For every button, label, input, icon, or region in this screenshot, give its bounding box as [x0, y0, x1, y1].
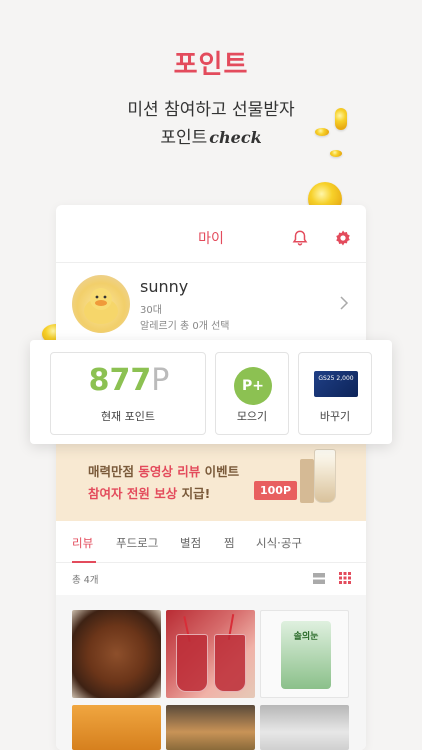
tab-review[interactable]: 리뷰 — [72, 535, 93, 551]
collect-label: 모으기 — [236, 410, 268, 423]
review-photo-jar[interactable] — [72, 705, 161, 750]
duck-avatar-image — [84, 288, 118, 324]
review-photo-soup[interactable] — [72, 610, 161, 698]
profile-row[interactable]: sunny 30대 알레르기 총 0개 선택 — [56, 263, 366, 345]
page-title: 마이 — [198, 231, 224, 247]
coin-icon — [330, 150, 342, 157]
profile-allergy: 알레르기 총 0개 선택 — [140, 321, 230, 332]
coin-icon — [335, 108, 347, 130]
banner-text: 매력만점 — [88, 464, 135, 479]
gift-card-icon: GS25 2,000 — [314, 371, 358, 397]
points-unit: P — [151, 363, 170, 398]
points-value: 877P — [51, 363, 207, 398]
banner-line-2: 참여자 전원 보상 지급! — [88, 483, 210, 502]
product-pack-image: 솔의눈 — [281, 621, 331, 689]
hero-title: 포인트 — [173, 50, 249, 80]
points-panel: 877P 현재 포인트 P+ 모으기 GS25 2,000 바꾸기 — [30, 340, 392, 444]
avatar — [72, 275, 130, 333]
event-banner[interactable]: 매력만점 동영상 리뷰 이벤트 참여자 전원 보상 지급! 100P — [56, 443, 366, 521]
banner-highlight: 동영상 리뷰 — [138, 464, 201, 479]
coffee-cup-image — [314, 449, 336, 503]
review-photo-product[interactable]: 솔의눈 — [260, 610, 349, 698]
current-points-box[interactable]: 877P 현재 포인트 — [50, 352, 206, 435]
tab-foodlog[interactable]: 푸드로그 — [116, 535, 158, 551]
exchange-points-button[interactable]: GS25 2,000 바꾸기 — [298, 352, 372, 435]
banner-badge: 100P — [254, 481, 298, 500]
hero-subtitle-prefix: 포인트 — [160, 128, 208, 148]
review-photo-drinks[interactable] — [166, 610, 255, 698]
review-count-row: 총 4개 — [56, 565, 366, 593]
product-pack-label: 솔의눈 — [293, 632, 319, 642]
my-page-card: 마이 sunny 30대 알레르기 총 0개 선택 매력만점 동영상 리뷰 이벤… — [56, 205, 366, 750]
profile-age: 30대 — [140, 305, 162, 316]
points-plus-icon: P+ — [234, 367, 272, 405]
tab-tasting[interactable]: 시식·공구 — [256, 535, 302, 551]
exchange-label: 바꾸기 — [319, 410, 351, 423]
tab-rating[interactable]: 별점 — [180, 535, 201, 551]
card-header: 마이 — [56, 205, 366, 263]
profile-name: sunny — [140, 277, 189, 296]
review-photo-desk[interactable] — [260, 705, 349, 750]
hero-subtitle-2: 포인트 check — [0, 123, 422, 148]
banner-highlight: 참여자 전원 보상 — [88, 486, 178, 501]
grid-view-icon[interactable] — [339, 572, 351, 584]
list-view-icon[interactable] — [313, 573, 325, 584]
chevron-right-icon — [340, 296, 349, 310]
current-points-label: 현재 포인트 — [100, 410, 156, 423]
hero-subtitle-script: check — [209, 128, 262, 147]
active-tab-indicator — [72, 561, 96, 563]
review-count: 총 4개 — [72, 575, 99, 586]
gear-icon[interactable] — [334, 229, 352, 247]
coin-icon — [315, 128, 329, 136]
collect-points-button[interactable]: P+ 모으기 — [215, 352, 289, 435]
bell-icon[interactable] — [291, 229, 309, 247]
hero-subtitle: 미션 참여하고 선물받자 — [127, 100, 295, 120]
banner-text: 지급! — [181, 486, 211, 501]
coffee-cup-image — [300, 459, 314, 503]
review-photo-burger[interactable] — [166, 705, 255, 750]
tab-wishlist[interactable]: 찜 — [224, 535, 235, 551]
tab-bar: 리뷰 푸드로그 별점 찜 시식·공구 — [56, 521, 366, 563]
points-number: 877 — [88, 363, 152, 398]
banner-text: 이벤트 — [204, 464, 240, 479]
banner-line-1: 매력만점 동영상 리뷰 이벤트 — [88, 461, 239, 480]
